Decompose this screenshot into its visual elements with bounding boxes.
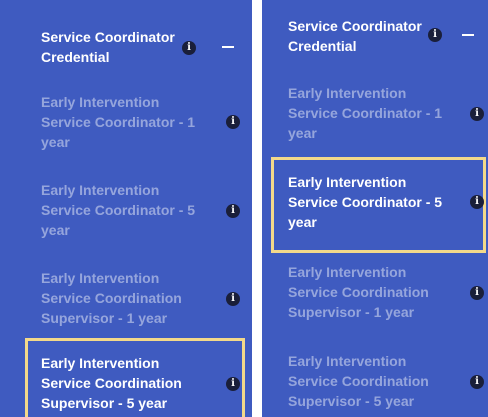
option-line: Service Coordination [288, 373, 429, 389]
option-line: Service Coordinator - 1 [288, 105, 443, 121]
info-icon[interactable]: i [182, 41, 196, 55]
info-icon[interactable]: i [470, 375, 484, 389]
info-icon[interactable]: i [428, 28, 442, 42]
credential-option-scs-1yr[interactable]: Early Intervention Service Coordination … [41, 268, 182, 328]
option-line: Early Intervention [41, 182, 160, 198]
info-icon[interactable]: i [470, 107, 484, 121]
option-line: Service Coordinator - 5 [288, 194, 443, 210]
option-line: year [41, 222, 70, 238]
option-line: Supervisor - 5 year [288, 393, 415, 409]
credential-panel-left: Service Coordinator Credential i Early I… [0, 0, 252, 417]
option-line: Supervisor - 5 year [41, 395, 168, 411]
minus-icon[interactable] [222, 46, 234, 48]
header-line: Service Coordinator [288, 18, 422, 34]
option-line: Early Intervention [41, 94, 160, 110]
credential-option-sc-5yr[interactable]: Early Intervention Service Coordinator -… [41, 180, 195, 240]
header-line: Credential [41, 49, 110, 65]
option-line: Service Coordination [41, 375, 182, 391]
option-line: Service Coordinator - 5 [41, 202, 196, 218]
credential-option-sc-5yr[interactable]: Early Intervention Service Coordinator -… [288, 172, 442, 232]
option-line: Service Coordinator - 1 [41, 114, 196, 130]
option-line: year [41, 134, 70, 150]
option-line: Early Intervention [41, 270, 160, 286]
credential-option-sc-1yr[interactable]: Early Intervention Service Coordinator -… [288, 83, 442, 143]
credential-option-scs-5yr[interactable]: Early Intervention Service Coordination … [288, 351, 429, 411]
info-icon[interactable]: i [226, 292, 240, 306]
credential-panel-right: Service Coordinator Credential i Early I… [262, 0, 488, 417]
credential-option-scs-1yr[interactable]: Early Intervention Service Coordination … [288, 262, 429, 322]
credential-header[interactable]: Service Coordinator Credential [288, 16, 422, 56]
info-icon[interactable]: i [226, 204, 240, 218]
credential-option-scs-5yr[interactable]: Early Intervention Service Coordination … [41, 353, 182, 413]
info-icon[interactable]: i [226, 115, 240, 129]
option-line: Service Coordination [288, 284, 429, 300]
info-icon[interactable]: i [470, 195, 484, 209]
option-line: Early Intervention [41, 355, 160, 371]
option-line: Early Intervention [288, 353, 407, 369]
minus-icon[interactable] [462, 34, 474, 36]
header-line: Credential [288, 38, 357, 54]
option-line: Service Coordination [41, 290, 182, 306]
credential-option-sc-1yr[interactable]: Early Intervention Service Coordinator -… [41, 92, 195, 152]
option-line: Early Intervention [288, 174, 407, 190]
option-line: Early Intervention [288, 85, 407, 101]
header-line: Service Coordinator [41, 29, 175, 45]
option-line: Supervisor - 1 year [288, 304, 415, 320]
option-line: Supervisor - 1 year [41, 310, 168, 326]
info-icon[interactable]: i [470, 286, 484, 300]
credential-header[interactable]: Service Coordinator Credential [41, 27, 175, 67]
option-line: Early Intervention [288, 264, 407, 280]
info-icon[interactable]: i [226, 377, 240, 391]
option-line: year [288, 214, 317, 230]
option-line: year [288, 125, 317, 141]
